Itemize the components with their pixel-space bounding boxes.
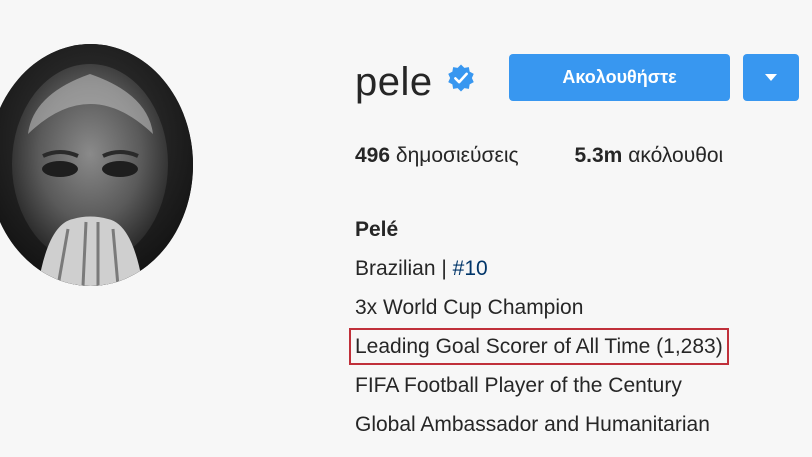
highlighted-bio-line: Leading Goal Scorer of All Time (1,283) <box>349 328 729 365</box>
bio-line-5: Global Ambassador and Humanitarian <box>355 413 710 436</box>
followers-stat[interactable]: 5.3m ακόλουθοι <box>574 144 723 167</box>
bio-line-4: FIFA Football Player of the Century <box>355 374 682 397</box>
bio-line-2: 3x World Cup Champion <box>355 296 584 319</box>
chevron-down-icon <box>765 74 777 81</box>
follow-options-button[interactable] <box>743 54 799 101</box>
bio-line-3: Leading Goal Scorer of All Time (1,283) <box>349 327 729 366</box>
bio-line-1: Brazilian | #10 <box>355 249 729 288</box>
follow-button[interactable]: Ακολουθήστε <box>509 54 730 101</box>
posts-count: 496 <box>355 144 391 167</box>
followers-label: ακόλουθοι <box>628 144 724 167</box>
profile-stats: 496 δημοσιεύσεις 5.3m ακόλουθοι <box>355 144 773 168</box>
profile-username: pele <box>355 60 433 104</box>
followers-count: 5.3m <box>574 144 623 167</box>
posts-label: δημοσιεύσεις <box>395 144 519 167</box>
profile-avatar[interactable] <box>0 44 193 286</box>
verified-badge-icon <box>448 64 474 92</box>
posts-stat[interactable]: 496 δημοσιεύσεις <box>355 144 519 167</box>
hashtag-link[interactable]: #10 <box>453 257 488 280</box>
avatar-photo <box>0 44 193 286</box>
profile-bio: Pelé Brazilian | #10 3x World Cup Champi… <box>349 210 729 444</box>
bio-nationality: Brazilian | <box>355 257 453 280</box>
profile-full-name: Pelé <box>355 218 399 241</box>
